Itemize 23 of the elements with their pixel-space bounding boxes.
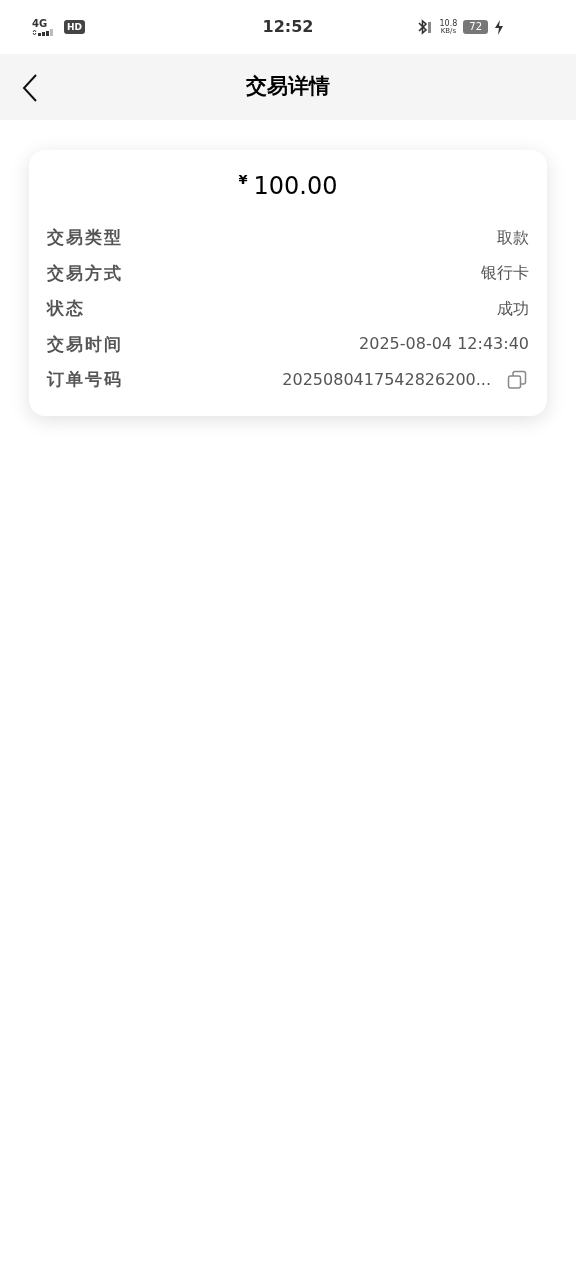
field-label: 交易方式 [47, 261, 123, 285]
page-title: 交易详情 [246, 74, 330, 99]
battery-indicator: 72 [463, 20, 488, 34]
field-value: 2025080417542826200... [282, 368, 491, 391]
amount: 100.00 [253, 171, 338, 202]
field-value: 取款 [497, 226, 529, 249]
bluetooth-icon [417, 19, 434, 35]
network-speed: 10.8 [439, 19, 458, 28]
hd-badge: HD [64, 20, 85, 34]
field-label: 交易类型 [47, 226, 123, 249]
back-icon [22, 74, 38, 102]
currency-symbol: ¥ [238, 171, 248, 189]
charging-icon [494, 19, 504, 35]
network-label: 4G [32, 18, 49, 29]
clock: 12:52 [262, 17, 314, 36]
field-value: 成功 [497, 297, 529, 320]
field-value: 2025-08-04 12:43:40 [359, 333, 529, 356]
copy-icon [507, 369, 527, 390]
field-label: 订单号码 [47, 368, 123, 391]
field-label: 状态 [47, 297, 85, 320]
field-label: 交易时间 [47, 332, 123, 356]
signal-icon [32, 28, 54, 36]
field-value: 银行卡 [481, 262, 529, 285]
